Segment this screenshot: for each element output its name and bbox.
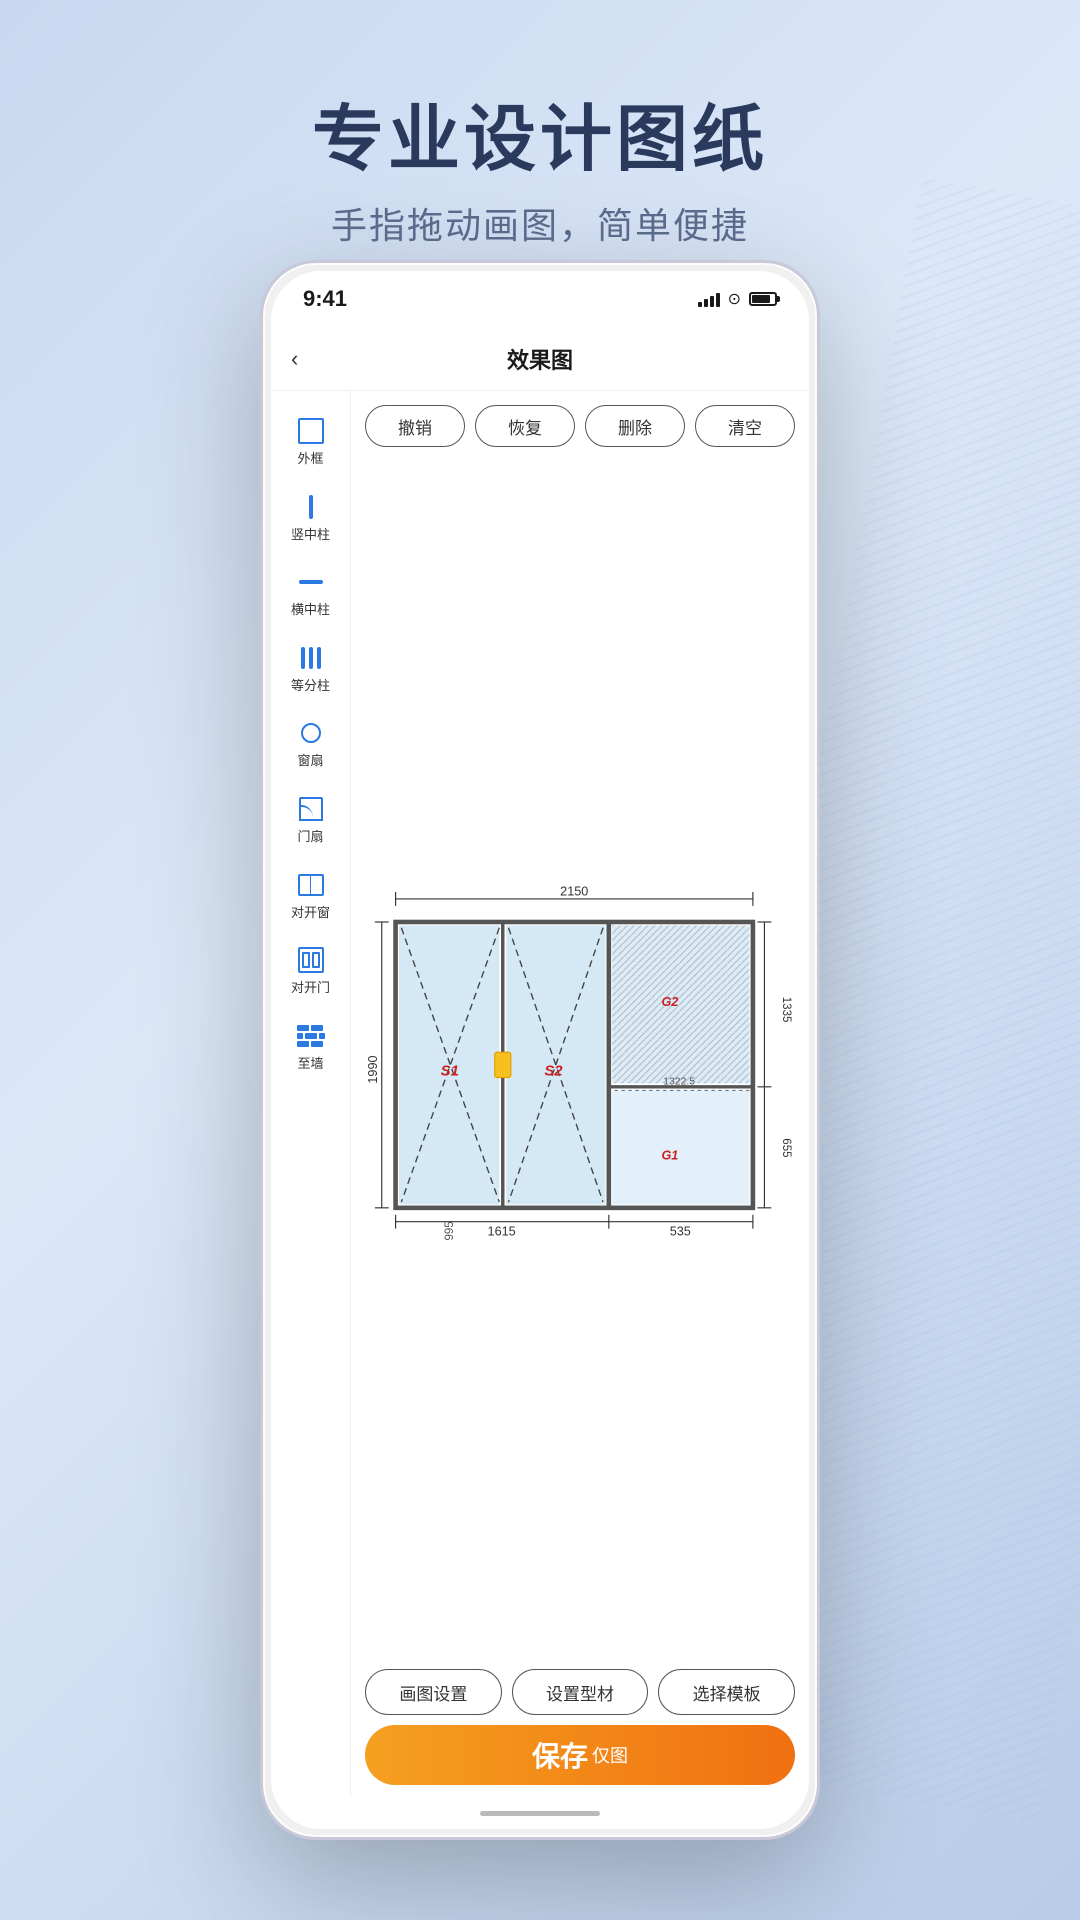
toolbar: 撤销 恢复 删除 清空 <box>351 391 809 457</box>
page-subtitle: 手指拖动画图，简单便捷 <box>0 197 1080 249</box>
back-button[interactable]: ‹ <box>291 346 298 372</box>
equal-pillars-label: 等分柱 <box>291 678 330 694</box>
sidebar-item-window-sash[interactable]: 窗扇 <box>271 709 350 777</box>
equal-pillars-icon <box>295 642 327 674</box>
dim-bottom-right: 535 <box>670 1225 691 1239</box>
save-button-small-text: 仅图 <box>592 1742 628 1768</box>
bottom-toolbar: 画图设置 设置型材 选择模板 <box>351 1659 809 1725</box>
status-time: 9:41 <box>303 286 347 312</box>
horiz-pillar-icon <box>295 566 327 598</box>
save-button-bold-text: 保存 <box>532 1735 588 1775</box>
sidebar-item-double-window[interactable]: 对开窗 <box>271 861 350 929</box>
sidebar-item-vert-pillar[interactable]: 竖中柱 <box>271 483 350 551</box>
outer-frame-icon <box>295 415 327 447</box>
dim-top: 2150 <box>560 884 588 898</box>
window-sash-icon <box>295 717 327 749</box>
draw-settings-button[interactable]: 画图设置 <box>365 1669 502 1715</box>
nav-bar: ‹ 效果图 <box>271 327 809 391</box>
dim-right-mid: 1322.5 <box>663 1077 695 1088</box>
double-window-label: 对开窗 <box>291 905 330 921</box>
horiz-pillar-label: 横中柱 <box>291 602 330 618</box>
vert-pillar-label: 竖中柱 <box>291 527 330 543</box>
home-bar <box>480 1811 600 1816</box>
svg-text:S2: S2 <box>544 1062 563 1079</box>
save-button[interactable]: 保存 仅图 <box>365 1725 795 1785</box>
home-indicator <box>271 1797 809 1829</box>
select-template-button[interactable]: 选择模板 <box>658 1669 795 1715</box>
outer-frame-label: 外框 <box>297 451 323 467</box>
sidebar-item-horiz-pillar[interactable]: 横中柱 <box>271 558 350 626</box>
window-svg: 2150 1990 <box>361 467 799 1649</box>
sidebar-item-door-sash[interactable]: 门扇 <box>271 785 350 853</box>
svg-text:G2: G2 <box>661 995 678 1009</box>
wifi-icon: ⊙ <box>728 289 741 309</box>
door-sash-label: 门扇 <box>297 829 323 845</box>
sidebar: 外框 竖中柱 横中柱 <box>271 391 351 1797</box>
sidebar-item-wall[interactable]: 至墙 <box>271 1012 350 1080</box>
redo-button[interactable]: 恢复 <box>475 405 575 447</box>
wall-icon <box>295 1020 327 1052</box>
signal-icon <box>698 291 720 307</box>
vert-pillar-icon <box>295 491 327 523</box>
dim-995: 995 <box>444 1221 456 1240</box>
double-door-label: 对开门 <box>291 980 330 996</box>
undo-button[interactable]: 撤销 <box>365 405 465 447</box>
sidebar-item-double-door[interactable]: 对开门 <box>271 936 350 1004</box>
window-sash-label: 窗扇 <box>297 753 323 769</box>
status-icons: ⊙ <box>698 289 777 309</box>
nav-title: 效果图 <box>507 343 573 375</box>
wall-label: 至墙 <box>297 1056 323 1072</box>
status-bar: 9:41 ⊙ <box>271 271 809 327</box>
dim-left: 1990 <box>366 1055 380 1083</box>
set-material-button[interactable]: 设置型材 <box>512 1669 649 1715</box>
svg-text:S1: S1 <box>441 1062 459 1079</box>
phone-mockup: 9:41 ⊙ ‹ 效果图 <box>260 260 820 1840</box>
door-sash-icon <box>295 793 327 825</box>
dim-right-top: 1335 <box>780 997 792 1023</box>
battery-icon <box>749 292 777 306</box>
page-title: 专业设计图纸 <box>0 80 1080 185</box>
sidebar-item-equal-pillars[interactable]: 等分柱 <box>271 634 350 702</box>
clear-button[interactable]: 清空 <box>695 405 795 447</box>
dim-right-bottom: 655 <box>780 1138 792 1157</box>
double-window-icon <box>295 869 327 901</box>
canvas-area[interactable]: 2150 1990 <box>351 457 809 1659</box>
sidebar-item-outer-frame[interactable]: 外框 <box>271 407 350 475</box>
dim-bottom-left: 1615 <box>488 1225 516 1239</box>
svg-text:G1: G1 <box>661 1148 678 1162</box>
delete-button[interactable]: 删除 <box>585 405 685 447</box>
double-door-icon <box>295 944 327 976</box>
